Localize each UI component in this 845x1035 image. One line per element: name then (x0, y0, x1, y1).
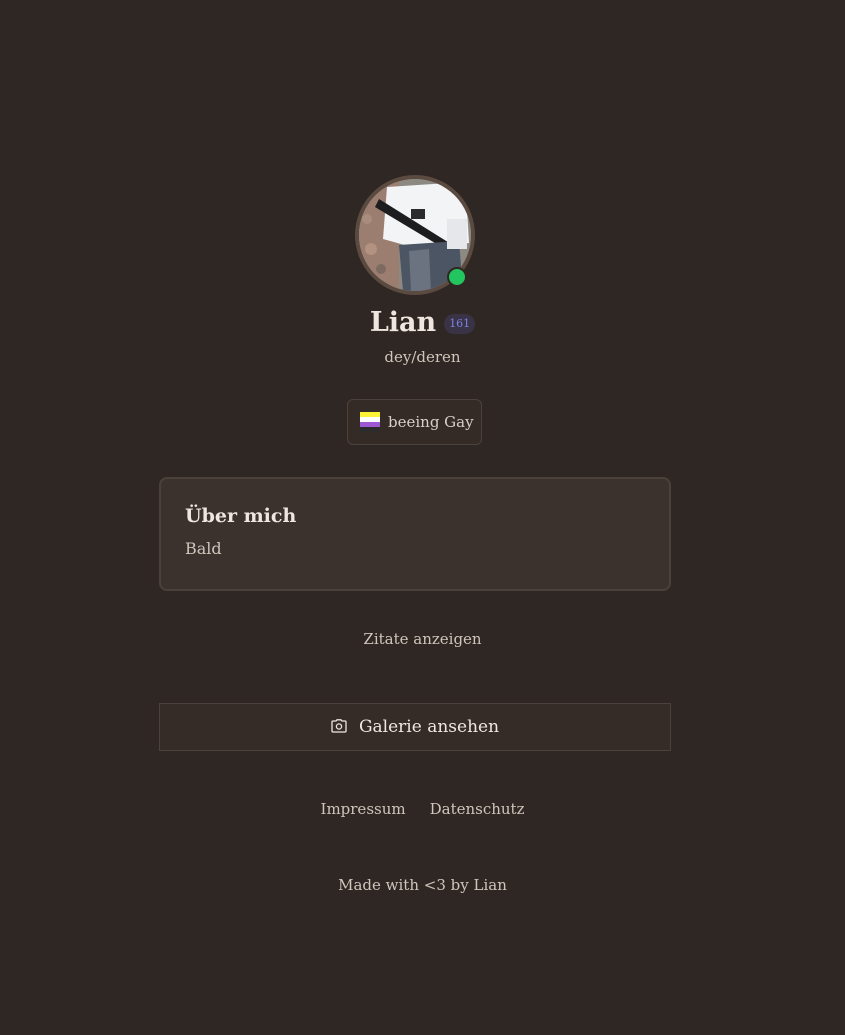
name-row: Lian 161 (0, 305, 845, 341)
view-gallery-label: Galerie ansehen (358, 717, 500, 737)
identity-tag: beeing Gay (347, 399, 482, 445)
show-quotes-link[interactable]: Zitate anzeigen (0, 629, 845, 649)
about-card: Über mich Bald (159, 477, 671, 591)
avatar-container (355, 175, 475, 295)
online-status-indicator (447, 267, 467, 287)
about-text: Bald (185, 539, 222, 558)
footer-links: Impressum Datenschutz (0, 799, 845, 819)
camera-icon (331, 718, 347, 737)
view-gallery-button[interactable]: Galerie ansehen (159, 703, 671, 751)
nonbinary-flag-icon (360, 412, 380, 432)
about-title: Über mich (185, 505, 297, 527)
impressum-link[interactable]: Impressum (321, 799, 406, 819)
identity-tag-label: beeing Gay (388, 413, 474, 431)
made-with-credit: Made with <3 by Lian (338, 876, 507, 894)
view-count-badge: 161 (444, 314, 476, 334)
pronouns: dey/deren (384, 348, 461, 366)
flag-stripe-black (360, 427, 380, 432)
datenschutz-link[interactable]: Datenschutz (430, 799, 525, 819)
profile-name: Lian (369, 307, 437, 338)
